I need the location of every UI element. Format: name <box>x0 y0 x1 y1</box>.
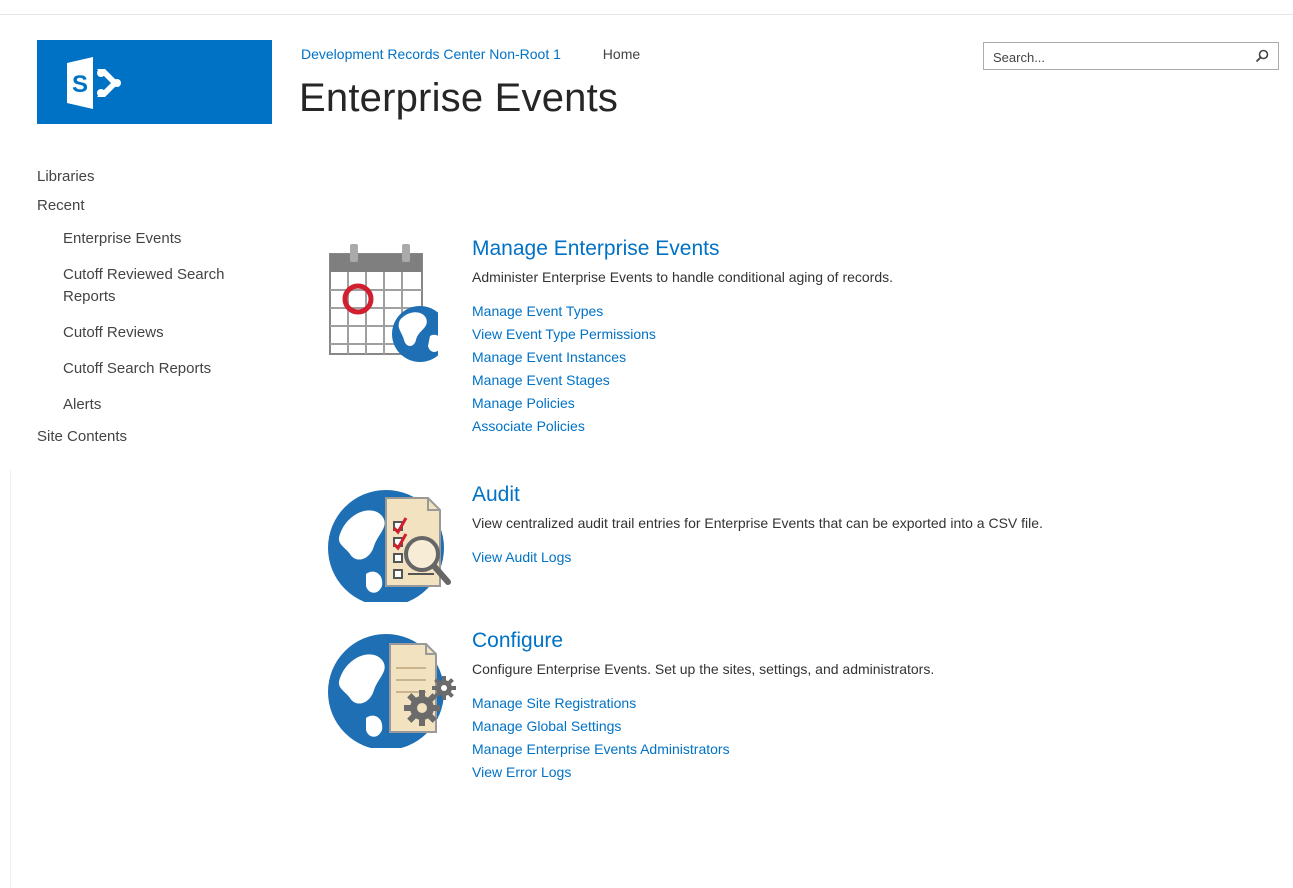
nav-item-cutoff-reviewed-search-reports[interactable]: Cutoff Reviewed Search Reports <box>37 264 277 308</box>
nav-libraries[interactable]: Libraries <box>37 168 277 185</box>
left-edge-divider <box>10 470 11 888</box>
section-body: Manage Enterprise Events Administer Ente… <box>472 236 893 438</box>
link-manage-event-stages[interactable]: Manage Event Stages <box>472 369 893 392</box>
section-links: View Audit Logs <box>472 546 1043 569</box>
quick-launch-nav: Libraries Recent Enterprise Events Cutof… <box>37 168 277 457</box>
link-manage-site-registrations[interactable]: Manage Site Registrations <box>472 692 934 715</box>
section-title[interactable]: Audit <box>472 482 1043 508</box>
link-manage-enterprise-events-administrators[interactable]: Manage Enterprise Events Administrators <box>472 738 934 761</box>
link-view-event-type-permissions[interactable]: View Event Type Permissions <box>472 323 893 346</box>
globe-audit-document-icon <box>328 490 451 602</box>
globe-settings-document-icon <box>328 634 456 748</box>
nav-site-contents[interactable]: Site Contents <box>37 428 277 445</box>
link-view-audit-logs[interactable]: View Audit Logs <box>472 546 1043 569</box>
sharepoint-icon: S <box>67 57 121 109</box>
search-box <box>983 42 1279 70</box>
section-body: Configure Configure Enterprise Events. S… <box>472 628 934 784</box>
sharepoint-logo[interactable]: S <box>37 40 272 124</box>
section-links: Manage Site Registrations Manage Global … <box>472 692 934 784</box>
nav-recent[interactable]: Recent <box>37 197 277 214</box>
nav-item-cutoff-reviews[interactable]: Cutoff Reviews <box>37 322 277 344</box>
top-divider <box>0 14 1293 15</box>
nav-item-cutoff-search-reports[interactable]: Cutoff Search Reports <box>37 358 277 380</box>
link-associate-policies[interactable]: Associate Policies <box>472 415 893 438</box>
link-manage-event-types[interactable]: Manage Event Types <box>472 300 893 323</box>
section-description: Configure Enterprise Events. Set up the … <box>472 661 935 677</box>
section-title[interactable]: Configure <box>472 628 934 654</box>
section-body: Audit View centralized audit trail entri… <box>472 482 1043 569</box>
link-manage-event-instances[interactable]: Manage Event Instances <box>472 346 893 369</box>
section-description: View centralized audit trail entries for… <box>472 515 1043 531</box>
link-view-error-logs[interactable]: View Error Logs <box>472 761 934 784</box>
nav-item-alerts[interactable]: Alerts <box>37 394 277 416</box>
section-description: Administer Enterprise Events to handle c… <box>472 269 894 285</box>
home-link[interactable]: Home <box>603 46 640 62</box>
search-input[interactable] <box>991 44 1245 70</box>
link-manage-policies[interactable]: Manage Policies <box>472 392 893 415</box>
section-links: Manage Event Types View Event Type Permi… <box>472 300 893 438</box>
breadcrumb: Development Records Center Non-Root 1 Ho… <box>301 46 640 62</box>
link-manage-global-settings[interactable]: Manage Global Settings <box>472 715 934 738</box>
section-title[interactable]: Manage Enterprise Events <box>472 236 893 262</box>
page-title: Enterprise Events <box>299 76 619 120</box>
search-icon[interactable] <box>1255 49 1269 63</box>
svg-text:S: S <box>72 71 88 98</box>
nav-item-enterprise-events[interactable]: Enterprise Events <box>37 228 277 250</box>
calendar-globe-icon <box>329 244 438 362</box>
site-title-link[interactable]: Development Records Center Non-Root 1 <box>301 46 561 62</box>
